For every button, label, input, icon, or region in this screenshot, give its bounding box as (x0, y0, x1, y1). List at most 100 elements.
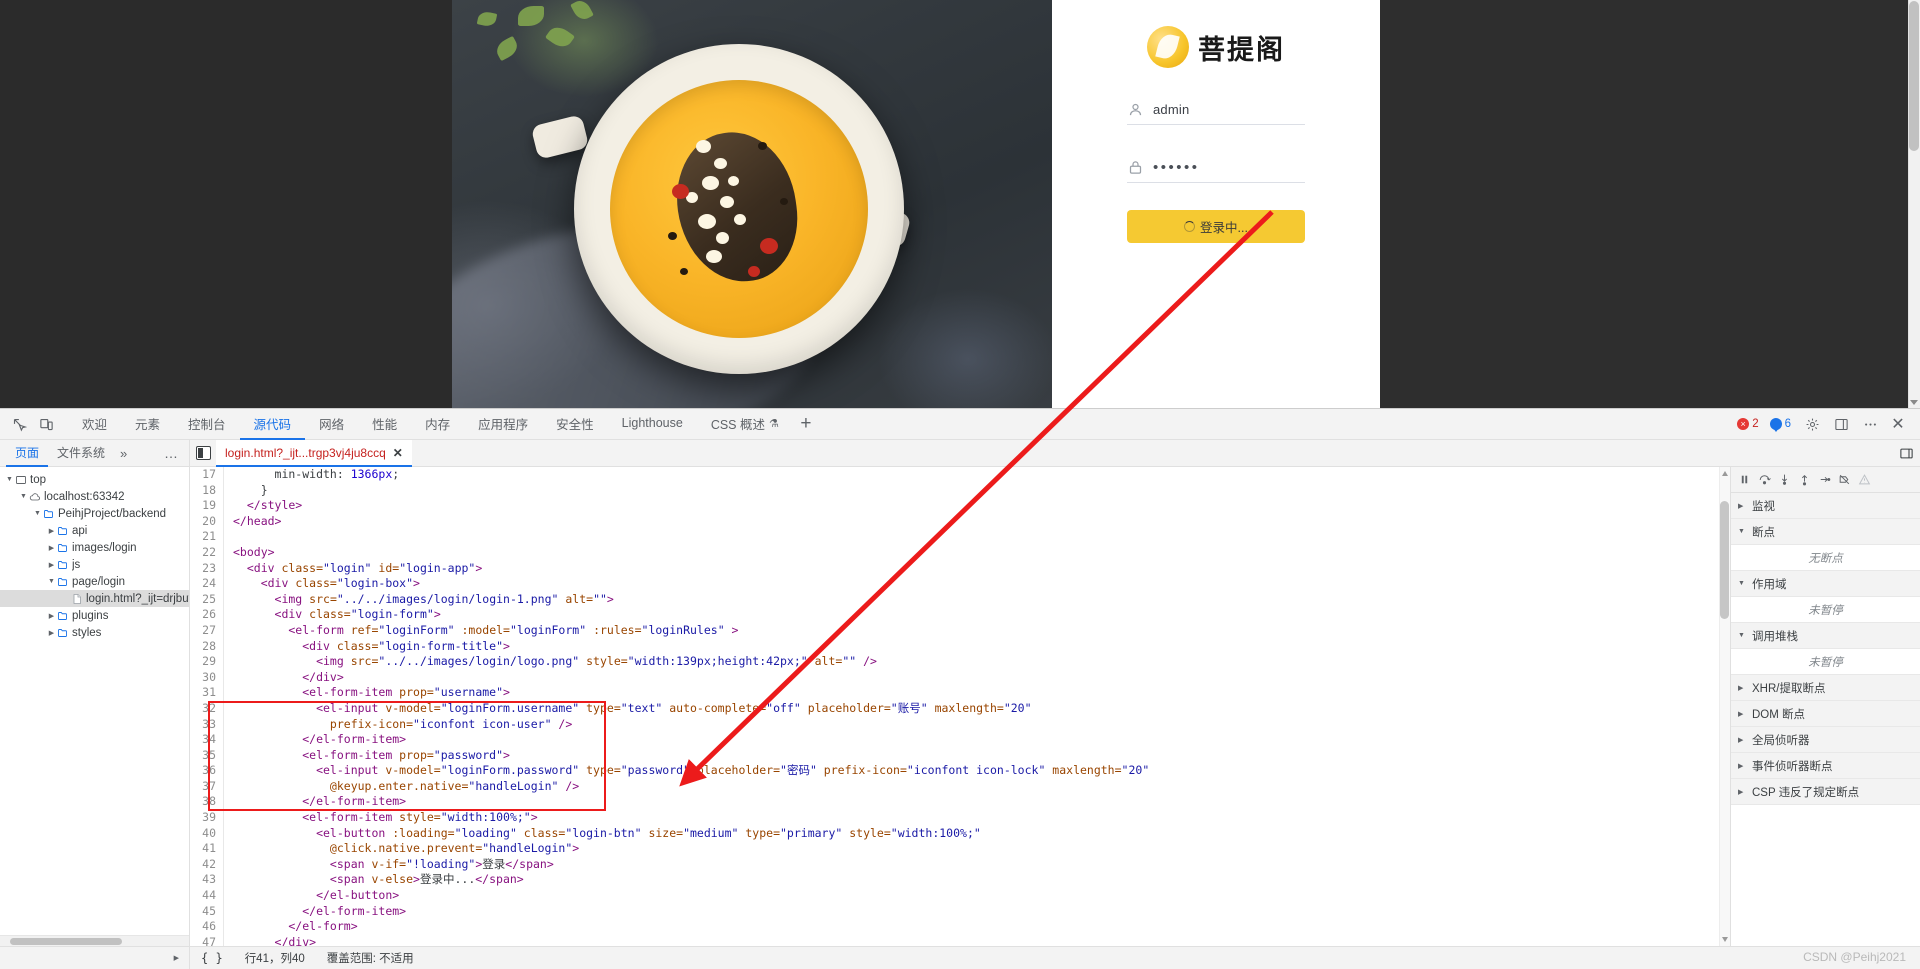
code-line[interactable]: 18 } (190, 482, 1730, 499)
tab-memory[interactable]: 内存 (411, 409, 464, 440)
debugger-section-header[interactable]: ▶ CSP 违反了规定断点 (1731, 779, 1920, 805)
tree-folder-item[interactable]: ▶ styles (0, 624, 189, 641)
code-line[interactable]: 21 (190, 529, 1730, 545)
code-line[interactable]: 24 <div class="login-box"> (190, 576, 1730, 592)
dock-side-icon[interactable] (1828, 411, 1855, 437)
line-number[interactable]: 21 (190, 529, 224, 545)
line-number[interactable]: 46 (190, 919, 224, 935)
editor-scroll-down-icon[interactable] (1722, 937, 1728, 942)
format-code-button[interactable]: { } (190, 951, 234, 965)
line-number[interactable]: 36 (190, 763, 224, 779)
code-line[interactable]: 43 <span v-else>登录中...</span> (190, 872, 1730, 889)
line-number[interactable]: 41 (190, 841, 224, 857)
code-line[interactable]: 47 </div> (190, 934, 1730, 946)
line-number[interactable]: 43 (190, 872, 224, 889)
code-line[interactable]: 20 </head> (190, 513, 1730, 530)
tab-network[interactable]: 网络 (305, 409, 358, 440)
chevron-right-icon[interactable]: ▶ (46, 527, 57, 535)
toggle-navigator-icon[interactable] (190, 440, 216, 466)
line-number[interactable]: 37 (190, 778, 224, 795)
code-line[interactable]: 27 <el-form ref="loginForm" :model="logi… (190, 622, 1730, 639)
step-icon[interactable] (1815, 469, 1834, 491)
chevron-right-icon[interactable]: ▶ (46, 612, 57, 620)
tab-lighthouse[interactable]: Lighthouse (608, 409, 697, 440)
chevron-down-icon[interactable]: ▼ (18, 493, 29, 500)
chevron-down-icon[interactable]: ▼ (32, 510, 43, 517)
toggle-debugger-icon[interactable] (1892, 440, 1920, 466)
line-number[interactable]: 29 (190, 654, 224, 670)
tab-elements[interactable]: 元素 (121, 409, 174, 440)
line-number[interactable]: 34 (190, 732, 224, 748)
step-over-icon[interactable] (1755, 469, 1774, 491)
inspect-element-icon[interactable] (6, 411, 33, 437)
tree-folder-item[interactable]: ▼ PeihjProject/backend (0, 505, 189, 522)
tree-folder-item[interactable]: ▶ images/login (0, 539, 189, 556)
code-line[interactable]: 22 <body> (190, 544, 1730, 561)
pause-on-exceptions-icon[interactable] (1855, 469, 1874, 491)
page-scrollbar[interactable] (1908, 0, 1920, 408)
debugger-section-header[interactable]: ▶ DOM 断点 (1731, 701, 1920, 727)
password-field[interactable]: •••••• (1127, 152, 1305, 183)
code-line[interactable]: 31 <el-form-item prop="username"> (190, 685, 1730, 701)
editor-scroll-up-icon[interactable] (1722, 471, 1728, 476)
code-line[interactable]: 35 <el-form-item prop="password"> (190, 747, 1730, 764)
line-number[interactable]: 25 (190, 591, 224, 608)
chevron-down-icon[interactable]: ▼ (46, 578, 57, 585)
code-line[interactable]: 19 </style> (190, 498, 1730, 514)
code-line[interactable]: 30 </div> (190, 669, 1730, 686)
debugger-section-header[interactable]: ▶ 事件侦听器断点 (1731, 753, 1920, 779)
line-number[interactable]: 20 (190, 513, 224, 530)
tab-security[interactable]: 安全性 (542, 409, 608, 440)
code-line[interactable]: 32 <el-input v-model="loginForm.username… (190, 700, 1730, 717)
code-line[interactable]: 44 </el-button> (190, 888, 1730, 904)
line-number[interactable]: 40 (190, 825, 224, 842)
tab-application[interactable]: 应用程序 (464, 409, 542, 440)
nav-tab-filesystem[interactable]: 文件系统 (48, 440, 114, 467)
debugger-section-header[interactable]: ▶ XHR/提取断点 (1731, 675, 1920, 701)
chevron-right-icon[interactable]: ▶ (46, 629, 57, 637)
line-number[interactable]: 30 (190, 669, 224, 686)
line-number[interactable]: 38 (190, 794, 224, 811)
scroll-down-icon[interactable] (1910, 400, 1918, 405)
tree-folder-item[interactable]: ▶ plugins (0, 607, 189, 624)
code-line[interactable]: 40 <el-button :loading="loading" class="… (190, 825, 1730, 842)
navigator-more-options-icon[interactable]: … (154, 445, 189, 461)
tree-file-item[interactable]: login.html?_ijt=drjbuvttu (0, 590, 189, 607)
tree-folder-item[interactable]: ▶ api (0, 522, 189, 539)
line-number[interactable]: 42 (190, 856, 224, 873)
tree-folder-item[interactable]: ▼ top (0, 471, 189, 488)
line-number[interactable]: 35 (190, 747, 224, 764)
line-number[interactable]: 45 (190, 903, 224, 920)
line-number[interactable]: 33 (190, 716, 224, 733)
line-number[interactable]: 32 (190, 700, 224, 717)
editor-file-tab[interactable]: login.html?_ijt...trgp3vj4ju8ccq ✕ (216, 440, 412, 467)
close-icon[interactable]: ✕ (1886, 411, 1910, 437)
line-number[interactable]: 26 (190, 607, 224, 623)
status-expand-toggle[interactable]: ▶ (0, 946, 190, 969)
tab-performance[interactable]: 性能 (358, 409, 411, 440)
line-number[interactable]: 23 (190, 560, 224, 577)
debugger-section-header[interactable]: ▶ 全局侦听器 (1731, 727, 1920, 753)
add-tab-button[interactable]: + (793, 409, 819, 440)
code-line[interactable]: 17 min-width: 1366px; (190, 467, 1730, 483)
tab-css-overview[interactable]: CSS 概述 ⚗ (697, 409, 793, 440)
line-number[interactable]: 22 (190, 544, 224, 561)
line-number[interactable]: 24 (190, 576, 224, 592)
line-number[interactable]: 39 (190, 810, 224, 826)
login-button[interactable]: 登录中... (1127, 210, 1305, 243)
tab-welcome[interactable]: 欢迎 (68, 409, 121, 440)
info-count-badge[interactable]: 6 (1767, 417, 1797, 432)
tree-folder-item[interactable]: ▼ page/login (0, 573, 189, 590)
step-out-icon[interactable] (1795, 469, 1814, 491)
code-line[interactable]: 38 </el-form-item> (190, 794, 1730, 811)
code-line[interactable]: 45 </el-form-item> (190, 903, 1730, 920)
chevron-right-icon[interactable]: ▶ (46, 544, 57, 552)
tree-folder-item[interactable]: ▶ js (0, 556, 189, 573)
close-tab-icon[interactable]: ✕ (393, 446, 403, 460)
code-line[interactable]: 39 <el-form-item style="width:100%;"> (190, 810, 1730, 826)
line-number[interactable]: 31 (190, 685, 224, 701)
code-line[interactable]: 41 @click.native.prevent="handleLogin"> (190, 841, 1730, 857)
nav-tab-page[interactable]: 页面 (6, 440, 49, 467)
editor-scrollbar[interactable] (1719, 467, 1730, 946)
code-line[interactable]: 37 @keyup.enter.native="handleLogin" /> (190, 778, 1730, 795)
